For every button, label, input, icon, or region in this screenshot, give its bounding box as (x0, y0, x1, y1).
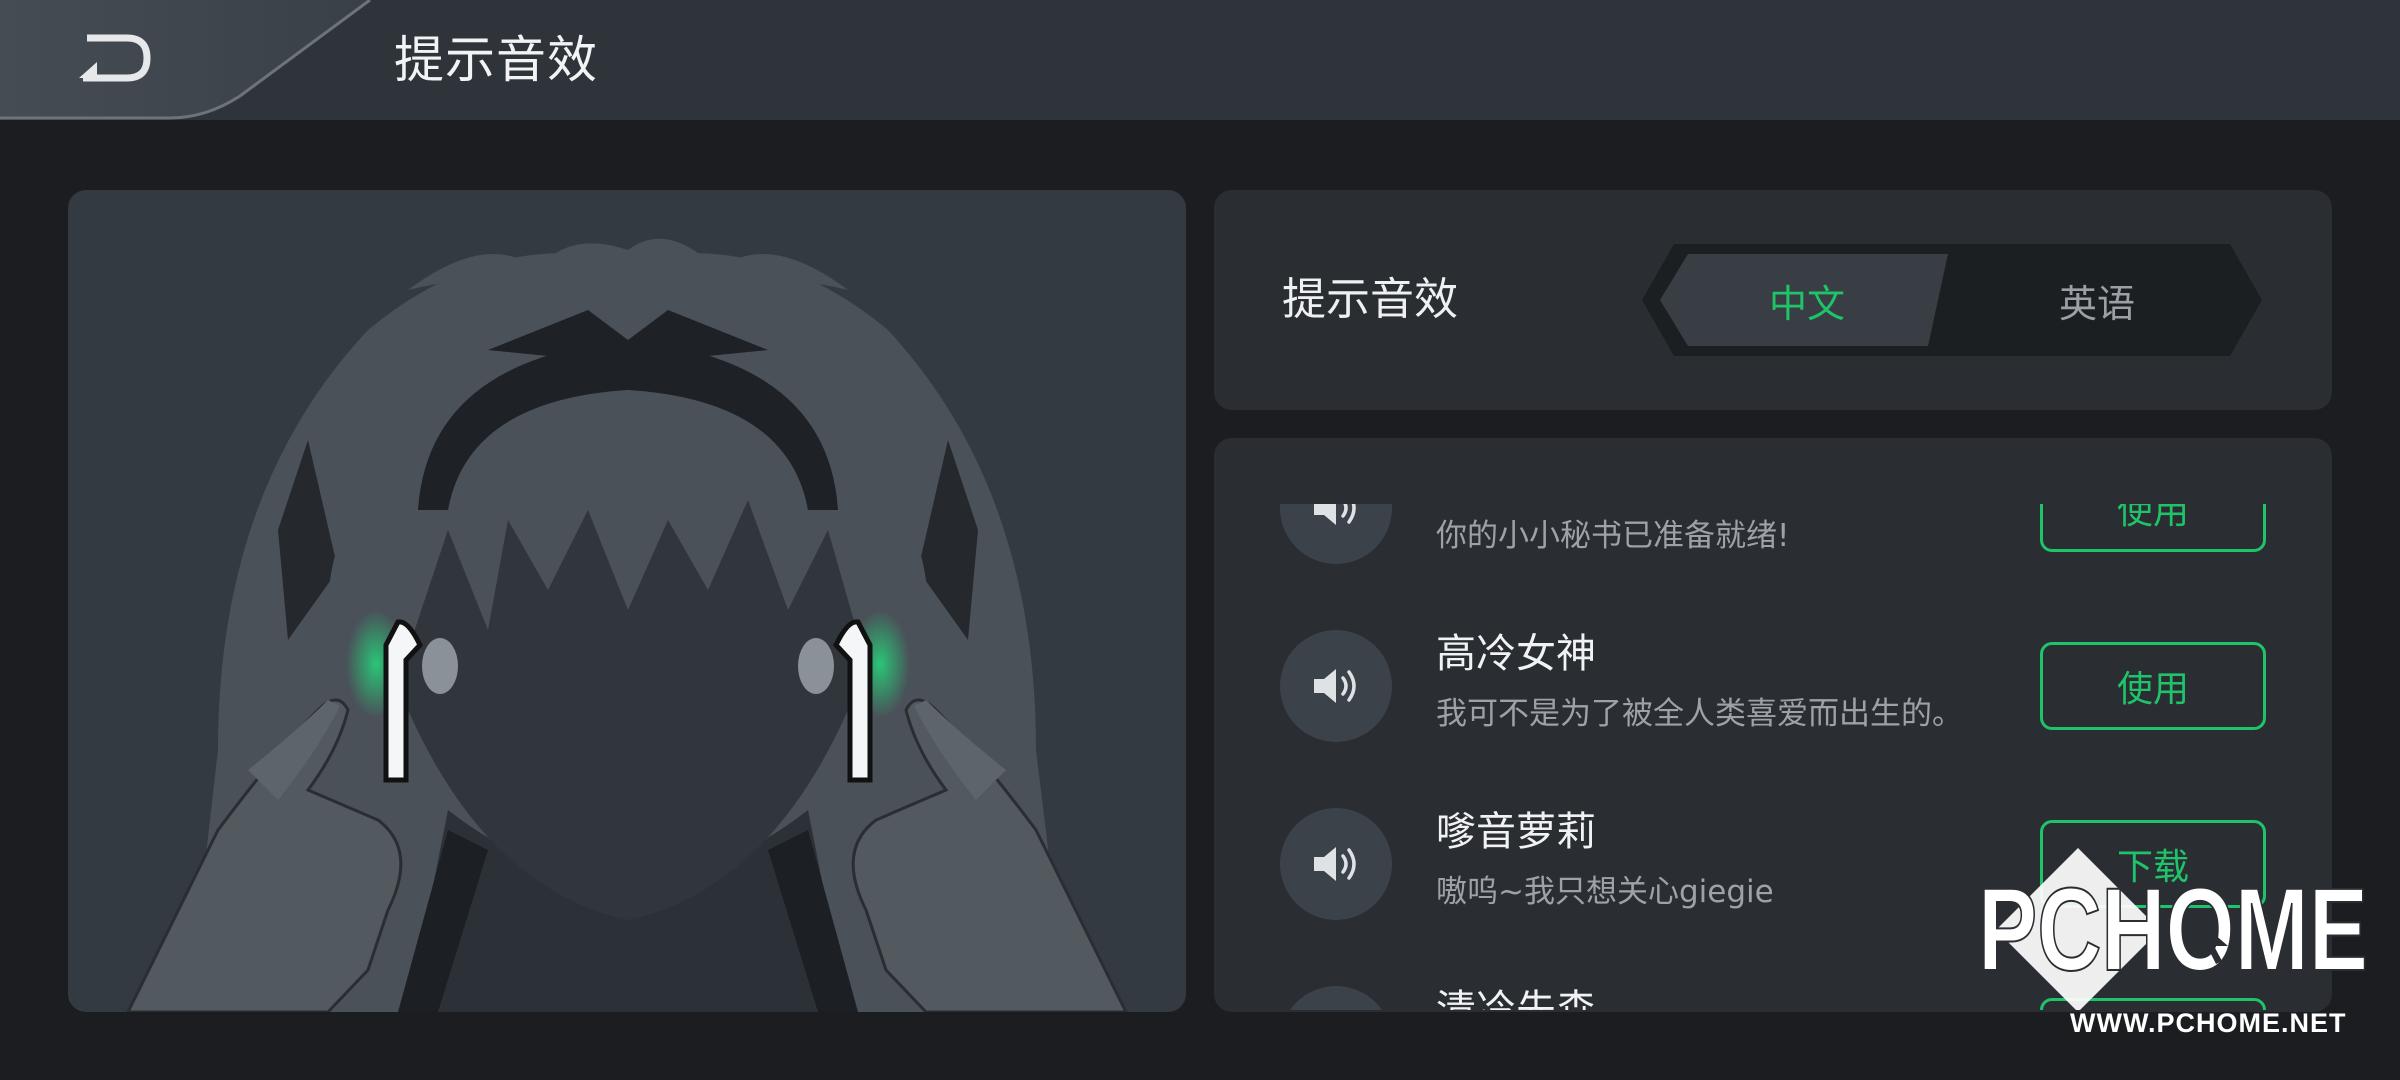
voice-name: 高冷女神 (1436, 631, 1596, 677)
language-option-english[interactable]: 英语 (1952, 244, 2242, 356)
back-button[interactable] (60, 22, 170, 98)
language-card: 提示音效 中文 英语 (1214, 190, 2332, 410)
voice-name: 清冷先森 (1436, 987, 1596, 1010)
language-label: 提示音效 (1282, 274, 1458, 325)
watermark-url: WWW.PCHOME.NET (2070, 1008, 2347, 1038)
preview-speaker-button[interactable] (1280, 986, 1392, 1010)
voice-name: 嗲音萝莉 (1436, 809, 1596, 855)
voice-action-button[interactable] (2040, 998, 2266, 1010)
list-item: 高冷女神 我可不是为了被全人类喜爱而出生的。 使用 (1214, 594, 2332, 772)
speaker-icon (1314, 847, 1356, 881)
use-voice-button[interactable]: 使用 (2040, 642, 2266, 730)
voice-list-scroll-area[interactable]: 你的小小秘书已准备就绪! 使用 高冷女神 我可不是为了被全人类喜爱而出生的。 使… (1214, 504, 2332, 1010)
back-tab-shape (0, 0, 371, 120)
speaker-icon (1314, 504, 1356, 525)
language-option-chinese[interactable]: 中文 (1662, 244, 1952, 356)
language-segmented-control: 中文 英语 (1642, 244, 2262, 356)
voice-description: 嗷呜~我只想关心giegie (1436, 874, 1774, 910)
top-bar: 提示音效 (0, 0, 2400, 120)
preview-speaker-button[interactable] (1280, 808, 1392, 920)
preview-speaker-button[interactable] (1280, 504, 1392, 564)
voice-list: 你的小小秘书已准备就绪! 使用 高冷女神 我可不是为了被全人类喜爱而出生的。 使… (1214, 504, 2332, 1010)
girl-wearing-earbuds-illustration (126, 238, 1128, 1012)
use-voice-button[interactable]: 使用 (2040, 504, 2266, 552)
earbuds-illustration-panel (68, 190, 1186, 1012)
list-item: 你的小小秘书已准备就绪! 使用 (1214, 504, 2332, 594)
page-title: 提示音效 (394, 31, 598, 89)
list-item: 嗲音萝莉 嗷呜~我只想关心giegie 下载 (1214, 772, 2332, 950)
list-item: 清冷先森 (1214, 950, 2332, 1010)
back-arrow-icon (79, 34, 151, 82)
download-voice-button[interactable]: 下载 (2040, 820, 2266, 908)
voice-description: 你的小小秘书已准备就绪! (1436, 518, 1790, 554)
voice-description: 我可不是为了被全人类喜爱而出生的。 (1436, 696, 1963, 732)
voice-list-card: 你的小小秘书已准备就绪! 使用 高冷女神 我可不是为了被全人类喜爱而出生的。 使… (1214, 438, 2332, 1012)
speaker-icon (1314, 669, 1356, 703)
preview-speaker-button[interactable] (1280, 630, 1392, 742)
